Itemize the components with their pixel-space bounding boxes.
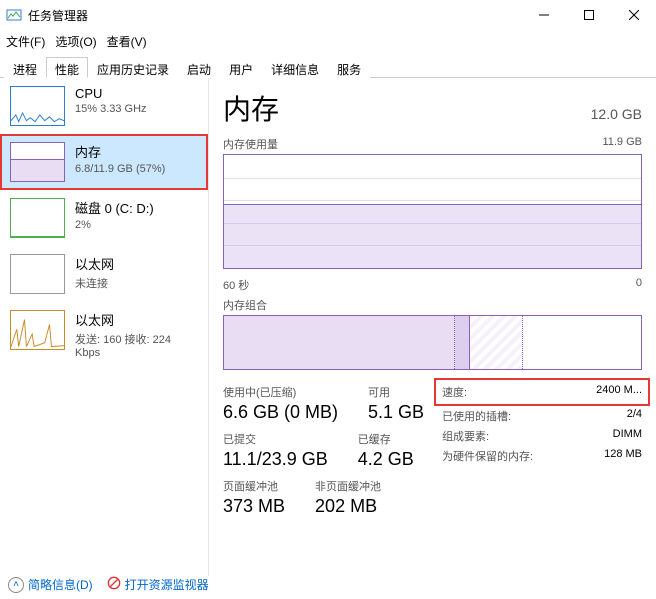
menu-view[interactable]: 查看(V) [107,33,147,50]
sidebar-eth1-title: 以太网 [75,254,114,273]
disk-thumb [10,198,65,238]
comp-free [523,316,641,369]
tab-apphistory[interactable]: 应用历史记录 [88,57,178,78]
chevron-up-icon: ˄ [8,577,24,593]
window-titlebar: 任务管理器 [0,0,656,30]
comp-modified [455,316,470,369]
val-avail: 5.1 GB [368,402,424,423]
row-speed: 速度: 2400 M... [436,380,648,404]
window-title: 任务管理器 [28,7,521,24]
app-icon [6,7,22,23]
tab-performance[interactable]: 性能 [46,57,88,78]
menu-bar: 文件(F) 选项(O) 查看(V) [0,30,656,52]
sidebar: CPU 15% 3.33 GHz 内存 6.8/11.9 GB (57%) 磁盘… [0,78,209,576]
lbl-avail: 可用 [368,384,424,400]
total-memory: 12.0 GB [591,106,642,122]
close-button[interactable] [611,0,656,30]
ethernet1-thumb [10,254,65,294]
minimize-button[interactable] [521,0,566,30]
sidebar-eth2-sub: 发送: 160 接收: 224 Kbps [75,331,198,359]
lbl-nonpaged: 非页面缓冲池 [315,478,381,494]
menu-file[interactable]: 文件(F) [6,33,45,50]
memory-composition-chart[interactable] [223,315,642,370]
fewer-details-button[interactable]: ˄ 简略信息(D) [8,576,93,593]
sidebar-memory-title: 内存 [75,142,165,161]
sidebar-eth2-title: 以太网 [75,310,198,329]
row-slots: 已使用的插槽: 2/4 [442,406,642,426]
lbl-cached: 已缓存 [358,431,414,447]
sidebar-disk-title: 磁盘 0 (C: D:) [75,198,154,217]
sidebar-item-ethernet-1[interactable]: 以太网 未连接 [0,246,208,302]
row-formfactor: 组成要素: DIMM [442,426,642,446]
comp-in-use [224,316,455,369]
ethernet2-thumb [10,310,65,350]
lbl-paged: 页面缓冲池 [223,478,285,494]
sidebar-item-ethernet-2[interactable]: 以太网 发送: 160 接收: 224 Kbps [0,302,208,367]
val-nonpaged: 202 MB [315,496,381,517]
tab-bar: 进程 性能 应用历史记录 启动 用户 详细信息 服务 [0,52,656,78]
usage-chart-label: 内存使用量 [223,136,278,152]
memory-usage-chart[interactable] [223,154,642,269]
val-paged: 373 MB [223,496,285,517]
maximize-button[interactable] [566,0,611,30]
tab-details[interactable]: 详细信息 [262,57,328,78]
memory-thumb [10,142,65,182]
sidebar-eth1-sub: 未连接 [75,275,114,291]
chart-time-left: 60 秒 [223,277,249,293]
tab-services[interactable]: 服务 [328,57,370,78]
val-inuse: 6.6 GB (0 MB) [223,402,338,423]
sidebar-memory-sub: 6.8/11.9 GB (57%) [75,163,165,175]
tab-processes[interactable]: 进程 [4,57,46,78]
sidebar-item-cpu[interactable]: CPU 15% 3.33 GHz [0,78,208,134]
val-cached: 4.2 GB [358,449,414,470]
stats-left: 使用中(已压缩) 6.6 GB (0 MB) 可用 5.1 GB 已提交 11.… [223,384,424,525]
sidebar-disk-sub: 2% [75,219,154,231]
chart-time-right: 0 [636,277,642,293]
sidebar-item-memory[interactable]: 内存 6.8/11.9 GB (57%) [0,134,208,190]
lbl-inuse: 使用中(已压缩) [223,384,338,400]
sidebar-cpu-title: CPU [75,86,147,101]
composition-label: 内存组合 [223,297,267,313]
footer: ˄ 简略信息(D) 打开资源监视器 [8,576,209,593]
cpu-thumb [10,86,65,126]
resmon-icon [107,576,121,593]
sidebar-item-disk[interactable]: 磁盘 0 (C: D:) 2% [0,190,208,246]
tab-users[interactable]: 用户 [220,57,262,78]
usage-chart-max: 11.9 GB [602,136,642,152]
row-reserved: 为硬件保留的内存: 128 MB [442,446,642,466]
open-resmon-link[interactable]: 打开资源监视器 [107,576,209,593]
sidebar-cpu-sub: 15% 3.33 GHz [75,103,147,115]
main-panel: 内存 12.0 GB 内存使用量 11.9 GB 60 秒 0 内存组合 [209,78,656,576]
comp-standby [470,316,523,369]
tab-startup[interactable]: 启动 [178,57,220,78]
lbl-committed: 已提交 [223,431,328,447]
val-committed: 11.1/23.9 GB [223,449,328,470]
stats-right: 速度: 2400 M... 已使用的插槽: 2/4 组成要素: DIMM 为硬件… [442,384,642,525]
menu-options[interactable]: 选项(O) [55,33,96,50]
page-title: 内存 [223,88,279,128]
